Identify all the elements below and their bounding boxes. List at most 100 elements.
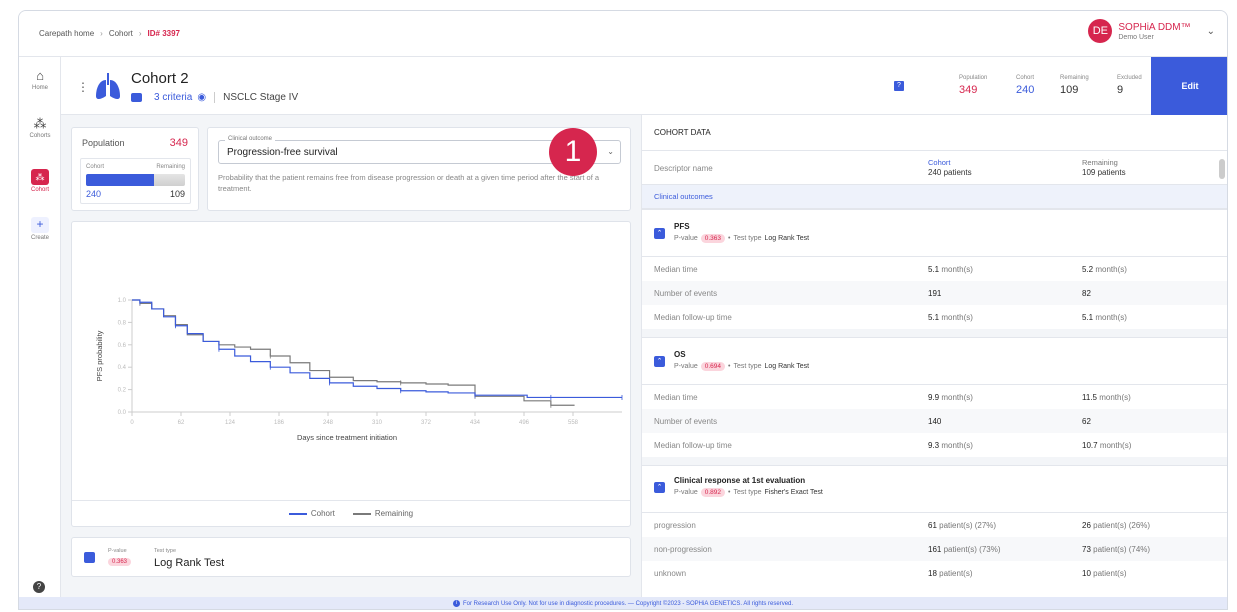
legend-label: Cohort (310, 509, 335, 518)
y-tick-label: 1.0 (118, 298, 127, 304)
table-row: Median follow-up time 5.1 month(s) 5.1 mon… (642, 305, 1227, 329)
cohort-value: 18 patient(s) (928, 569, 973, 578)
user-menu[interactable]: DE SOPHiA DDM™ Demo User ⌄ (1088, 19, 1215, 43)
y-tick-label: 0.0 (118, 410, 127, 416)
remaining-number: 62 (1082, 417, 1091, 426)
table-row: Number of events 191 82 (642, 281, 1227, 305)
row-label: Median follow-up time (654, 441, 732, 450)
x-tick-label: 496 (519, 420, 530, 426)
remaining-value: 5.2 month(s) (1082, 265, 1127, 274)
stat-value: 349 (959, 84, 978, 96)
row-label: non-progression (654, 545, 712, 554)
cohort-value: 9.3 month(s) (928, 441, 973, 450)
population-bar-fill (86, 174, 155, 186)
chevron-down-icon[interactable]: ⌄ (607, 147, 614, 156)
test-type-label: Test type (733, 235, 762, 242)
nav-create[interactable]: + Create (19, 217, 61, 241)
avatar[interactable]: DE (1088, 19, 1113, 43)
pvalue-label: P-value (674, 363, 698, 370)
test-type-label: Test type (733, 363, 762, 370)
people-icon: ⁂ (33, 116, 47, 131)
legend-item-cohort[interactable]: Cohort (288, 509, 335, 518)
edit-button[interactable]: Edit (1151, 57, 1227, 115)
help-box-icon[interactable]: ? (894, 81, 904, 91)
scrollbar-thumb[interactable] (1219, 159, 1225, 179)
info-icon: i (452, 599, 460, 607)
remaining-unit: patient(s) (26%) (1093, 521, 1151, 530)
remaining-number: 5.1 (1082, 313, 1094, 322)
block-gap (642, 457, 1227, 465)
divider (214, 92, 216, 103)
dot-separator: • (728, 489, 731, 496)
criteria-link[interactable]: 3 criteria (154, 92, 192, 103)
help-icon[interactable]: ? (33, 581, 45, 593)
more-options-icon[interactable]: ⋮ (77, 80, 89, 94)
pvalue-badge: 0.892 (700, 488, 726, 497)
nav-cohort-label: Cohort (30, 187, 49, 193)
cohort-value: 191 (928, 289, 941, 298)
cohort-number: 9.9 (928, 393, 940, 402)
descriptor-header-row: Descriptor name Cohort 240 patients Rema… (642, 151, 1227, 185)
cohort-column-header: Cohort 240 patients (928, 158, 972, 177)
remaining-unit: month(s) (1099, 393, 1131, 402)
population-card: Population 349 Cohort Remaining 240 109 (71, 127, 199, 211)
legend-label: Remaining (374, 509, 414, 518)
x-axis-label: Days since treatment initiation (297, 433, 397, 442)
test-type-value: Log Rank Test (154, 557, 225, 569)
test-type-value: Log Rank Test (764, 363, 810, 370)
breadcrumb: Carepath home › Cohort › ID# 3397 (39, 29, 180, 38)
cohort-stage: NSCLC Stage IV (223, 92, 299, 103)
pvalue-label: P-value (674, 489, 698, 496)
user-name: SOPHiA DDM™ (1118, 21, 1191, 33)
remaining-value: 82 (1082, 289, 1091, 298)
outcome-name: Clinical response at 1st evaluation (674, 476, 806, 485)
home-icon: ⌂ (36, 68, 44, 83)
test-result-card: P-value 0.363 Test type Log Rank Test (71, 537, 631, 577)
breadcrumb-separator: › (138, 29, 142, 38)
cohort-value: 161 patient(s) (73%) (928, 545, 1001, 554)
y-tick-label: 0.2 (118, 388, 127, 394)
row-label: Median follow-up time (654, 313, 732, 322)
survival-chart: 0.0 0.2 0.4 0.6 0.8 1.0 0 62 124 186 248 310 372 434 4… (95, 298, 623, 442)
comment-icon[interactable] (131, 93, 142, 102)
stat-value: 240 (1016, 84, 1035, 96)
collapse-toggle-icon[interactable]: ⌃ (654, 356, 665, 367)
cohort-value: 9.9 month(s) (928, 393, 973, 402)
top-bar: Carepath home › Cohort › ID# 3397 DE SOP… (19, 11, 1227, 57)
remaining-number: 11.5 (1082, 393, 1097, 402)
pvalue-badge: 0.363 (700, 234, 726, 243)
cohort-unit: month(s) (941, 393, 973, 402)
scrollbar[interactable] (1219, 115, 1225, 593)
nav-cohorts[interactable]: ⁂ Cohorts (19, 116, 61, 140)
cohort-number: 61 (928, 521, 937, 530)
cohort-unit: month(s) (941, 265, 973, 274)
breadcrumb-cohort[interactable]: Cohort (109, 29, 133, 38)
nav-cohort[interactable]: ⁂ Cohort (19, 169, 61, 193)
table-row: Median time 5.1 month(s) 5.2 month(s) (642, 257, 1227, 281)
cohort-column-sub: 240 patients (928, 168, 972, 177)
cohort-value: 61 patient(s) (27%) (928, 521, 996, 530)
test-type-value: Fisher's Exact Test (764, 489, 823, 496)
clinical-outcome-description: Probability that the patient remains fre… (218, 173, 600, 193)
remaining-unit: patient(s) (74%) (1093, 545, 1151, 554)
x-tick-label: 310 (372, 420, 383, 426)
outcome-header: ⌃ PFS P-value 0.363 • Test type Log Rank Test (642, 209, 1227, 257)
pvalue-label: P-value (674, 235, 698, 242)
outcome-name: PFS (674, 222, 690, 231)
test-type-label: Test type (733, 489, 762, 496)
breadcrumb-home[interactable]: Carepath home (39, 29, 94, 38)
x-tick-label: 62 (178, 420, 185, 426)
outcome-header: ⌃ OS P-value 0.694 • Test type Log Rank Test (642, 337, 1227, 385)
remaining-number: 10.7 (1082, 441, 1098, 450)
population-value: 349 (169, 137, 188, 149)
eye-icon[interactable]: ◉ (197, 92, 206, 103)
pvalue-label: P-value (108, 548, 127, 554)
collapse-toggle-icon[interactable]: ⌃ (654, 228, 665, 239)
outcome-blocks: ⌃ PFS P-value 0.363 • Test type Log Rank Test M… (642, 209, 1227, 585)
chevron-down-icon[interactable]: ⌄ (1207, 26, 1215, 37)
row-label: Number of events (654, 417, 718, 426)
legend-item-remaining[interactable]: Remaining (352, 509, 414, 518)
x-tick-label: 186 (274, 420, 285, 426)
collapse-toggle-icon[interactable]: ⌃ (654, 482, 665, 493)
nav-home[interactable]: ⌂ Home (19, 68, 61, 92)
